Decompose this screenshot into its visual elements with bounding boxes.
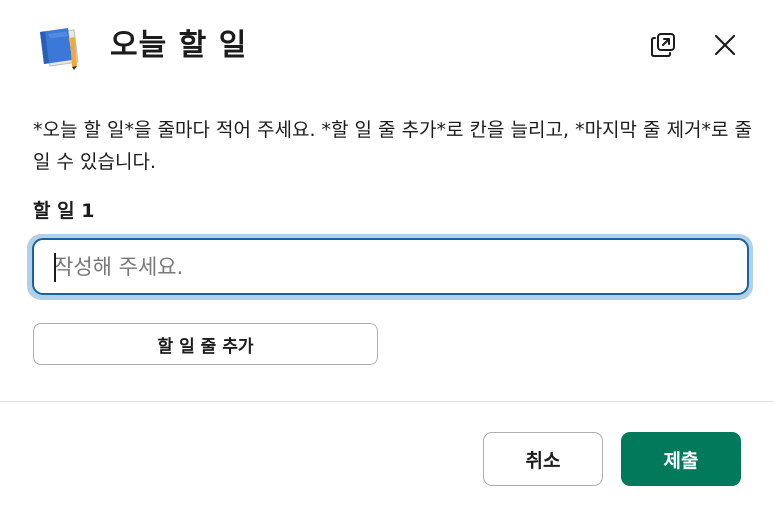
modal-header: 오늘 할 일: [0, 0, 774, 100]
footer-divider: [0, 401, 774, 402]
todo-input-placeholder: 작성해 주세요.: [54, 255, 184, 279]
todo-input[interactable]: 작성해 주세요.: [32, 238, 749, 295]
popout-button[interactable]: [644, 28, 682, 66]
popout-window-icon: [649, 31, 677, 63]
cancel-button[interactable]: 취소: [483, 432, 603, 486]
todo-modal: 오늘 할 일 *오늘 할 일*을 줄마다 적어 주세요. *할 일 줄 추가*로…: [0, 0, 774, 511]
todo-field-label: 할 일 1: [33, 200, 95, 222]
close-button[interactable]: [706, 28, 744, 66]
modal-title: 오늘 할 일: [110, 28, 248, 63]
close-icon: [713, 33, 737, 61]
text-caret: [54, 253, 56, 282]
add-todo-row-button[interactable]: 할 일 줄 추가: [33, 323, 378, 365]
blue-book-icon: [34, 24, 82, 72]
modal-description: *오늘 할 일*을 줄마다 적어 주세요. *할 일 줄 추가*로 칸을 늘리고…: [33, 119, 753, 173]
submit-button[interactable]: 제출: [621, 432, 741, 486]
